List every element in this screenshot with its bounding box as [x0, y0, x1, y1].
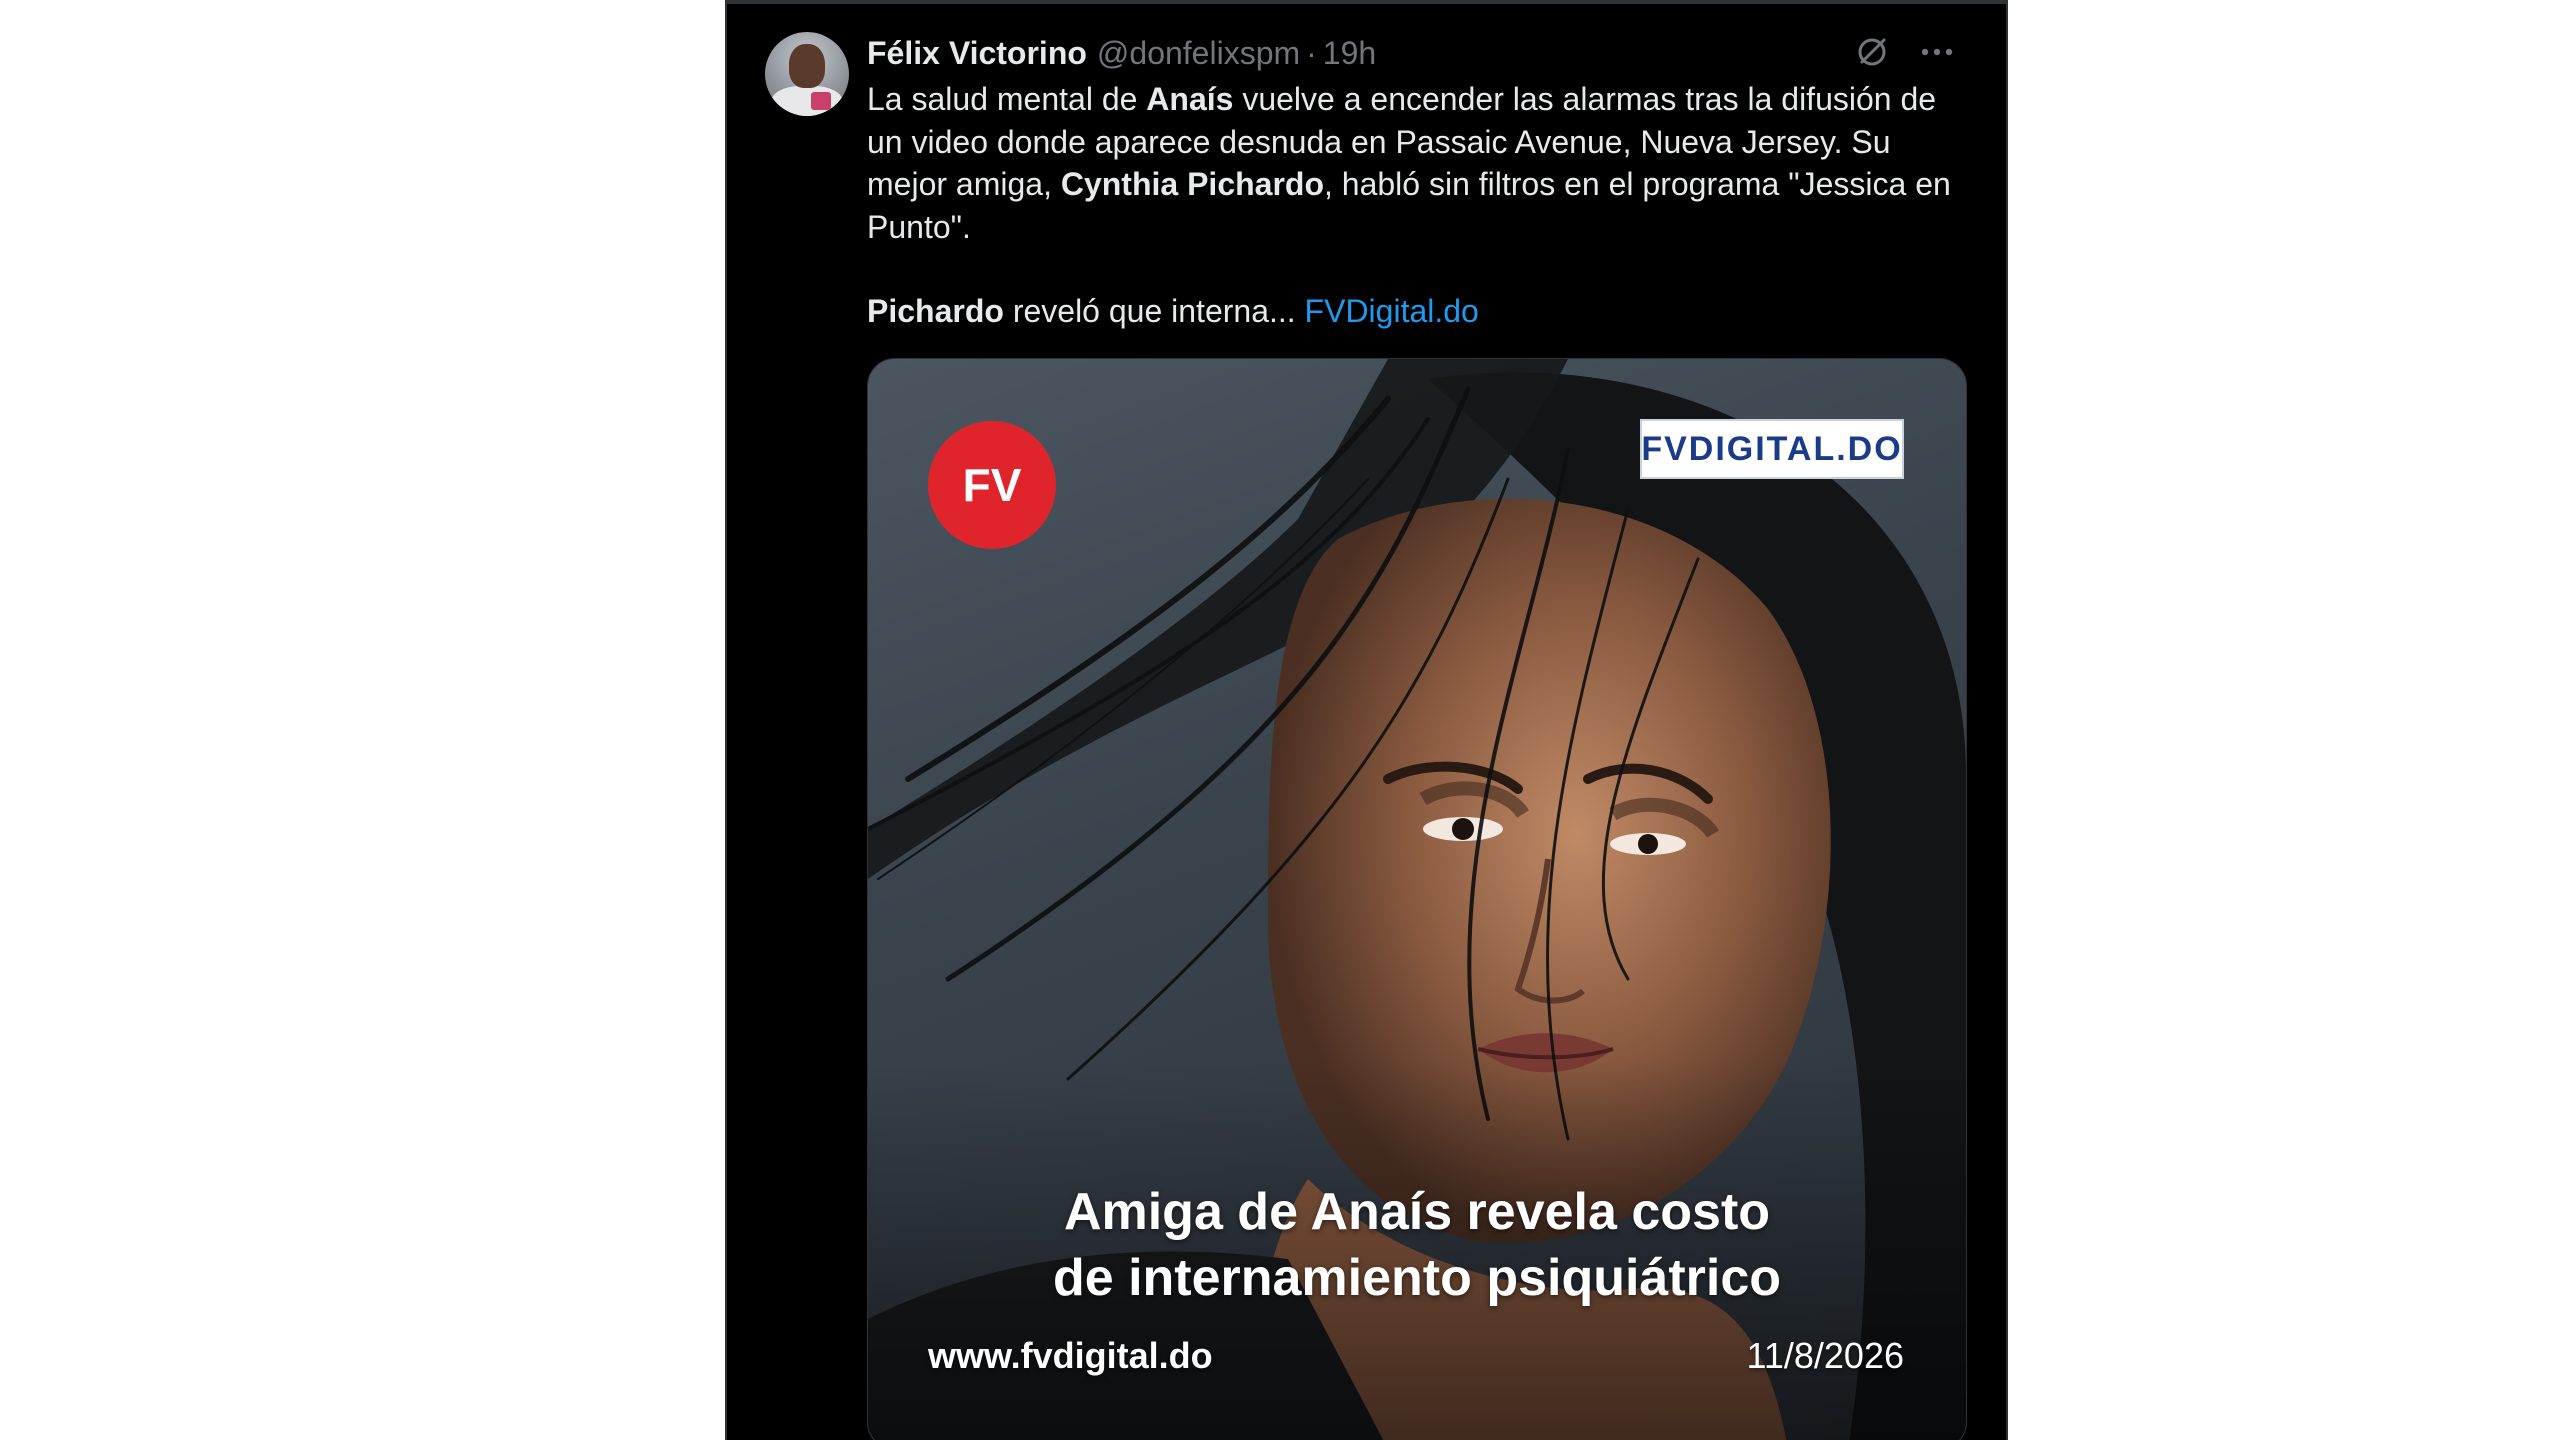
headline-line-2: de internamiento psiquiátrico	[1052, 1249, 1782, 1307]
tweet-text-bold: Pichardo	[867, 293, 1004, 329]
header-separator: ·	[1306, 34, 1317, 71]
divider	[727, 0, 2006, 4]
tweet-paragraph-1: La salud mental de Anaís vuelve a encend…	[867, 78, 1967, 248]
tweet-header-actions	[1854, 34, 1954, 70]
fvdigital-brand-logo: FVDIGITAL.DO	[1640, 419, 1904, 479]
tweet-text-segment: La salud mental de	[867, 81, 1147, 117]
author-handle[interactable]: @donfelixspm	[1097, 35, 1300, 72]
tweet-text-bold: Cynthia Pichardo	[1060, 166, 1324, 202]
tweet-header: Félix Victorino @donfelixspm · 19h	[867, 30, 1376, 76]
avatar-head	[789, 44, 825, 88]
avatar-shirt	[771, 86, 843, 116]
tweet-timestamp[interactable]: 19h	[1323, 35, 1376, 72]
tweet-text-bold: Anaís	[1146, 81, 1234, 117]
tweet-paragraph-2: Pichardo reveló que interna... FVDigital…	[867, 290, 1967, 333]
image-headline: Amiga de Anaís revela costo de internami…	[868, 1179, 1966, 1311]
user-avatar[interactable]	[765, 32, 849, 116]
headline-line-1: Amiga de Anaís revela costo	[1063, 1183, 1771, 1241]
tweet-media-image[interactable]: FV FVDIGITAL.DO Amiga de Anaís revela co…	[867, 358, 1967, 1440]
tweet-body: La salud mental de Anaís vuelve a encend…	[867, 78, 1967, 333]
fv-logo-text: FV	[962, 459, 1022, 511]
grok-icon[interactable]	[1854, 34, 1890, 70]
author-display-name[interactable]: Félix Victorino	[867, 35, 1087, 72]
page-canvas: Félix Victorino @donfelixspm · 19h La sa…	[0, 0, 2560, 1440]
more-options-icon[interactable]	[1920, 46, 1954, 58]
image-site-url: www.fvdigital.do	[928, 1335, 1213, 1376]
tweet-card[interactable]: Félix Victorino @donfelixspm · 19h La sa…	[725, 0, 2008, 1440]
avatar-accent	[811, 92, 831, 110]
brand-logo-text: FVDIGITAL.DO	[1641, 429, 1903, 468]
tweet-text-segment: reveló que interna...	[1003, 293, 1305, 329]
image-date: 11/8/2026	[1746, 1335, 1904, 1376]
tweet-link[interactable]: FVDigital.do	[1305, 293, 1479, 329]
fv-logo-badge: FV	[928, 421, 1056, 549]
